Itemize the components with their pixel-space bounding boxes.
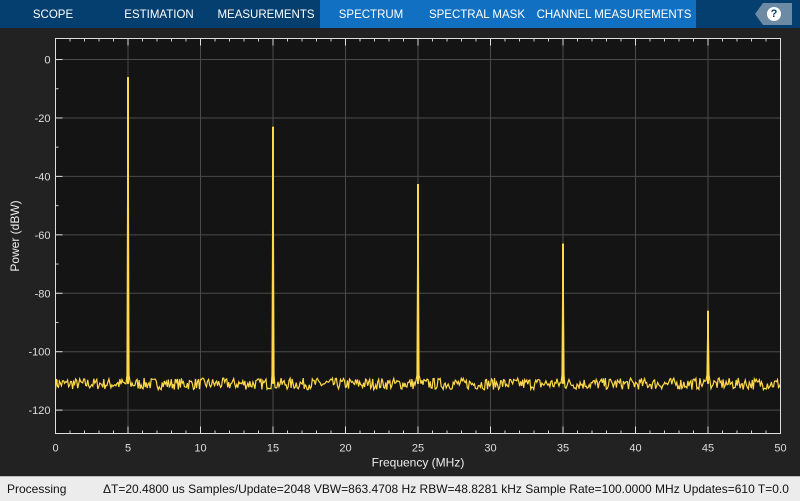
tab-measurements[interactable]: MEASUREMENTS bbox=[212, 0, 320, 28]
tab-spectrum[interactable]: SPECTRUM bbox=[320, 0, 422, 28]
spectrum-plot: 0 5 10 15 20 25 30 35 40 45 50 0 -20 -40 -60 -80 -100 -12… bbox=[8, 38, 787, 470]
status-bar: Processing ΔT=20.4800 us Samples/Update=… bbox=[0, 476, 800, 501]
y-tick-label: -40 bbox=[35, 171, 51, 183]
x-tick-label: 25 bbox=[412, 443, 424, 455]
x-tick-label: 10 bbox=[194, 443, 206, 455]
x-tick-label: 0 bbox=[52, 443, 58, 455]
status-info: ΔT=20.4800 us Samples/Update=2048 VBW=86… bbox=[103, 482, 789, 496]
tab-estimation[interactable]: ESTIMATION bbox=[106, 0, 212, 28]
y-axis-label: Power (dBW) bbox=[8, 200, 22, 271]
y-tick-label: 0 bbox=[44, 55, 50, 67]
x-tick-label: 50 bbox=[774, 443, 786, 455]
x-axis-label: Frequency (MHz) bbox=[372, 456, 465, 470]
x-tick-label: 30 bbox=[484, 443, 496, 455]
x-tick-label: 20 bbox=[339, 443, 351, 455]
x-tick-label: 40 bbox=[629, 443, 641, 455]
y-tick-label: -20 bbox=[35, 113, 51, 125]
tab-scope[interactable]: SCOPE bbox=[0, 0, 106, 28]
x-tick-label: 45 bbox=[702, 443, 714, 455]
y-tick-label: -120 bbox=[28, 405, 50, 417]
y-tick-label: -60 bbox=[35, 230, 51, 242]
y-tick-label: -80 bbox=[35, 288, 51, 300]
status-state: Processing bbox=[7, 482, 67, 496]
x-tick-label: 35 bbox=[557, 443, 569, 455]
y-tick-label: -100 bbox=[28, 347, 50, 359]
x-tick-label: 5 bbox=[125, 443, 131, 455]
tab-spectral-mask[interactable]: SPECTRAL MASK bbox=[422, 0, 532, 28]
question-mark-icon: ? bbox=[767, 7, 781, 21]
help-button[interactable]: ? bbox=[755, 3, 792, 25]
toolstrip-tabs: SCOPE ESTIMATION MEASUREMENTS SPECTRUM S… bbox=[0, 0, 800, 28]
x-tick-label: 15 bbox=[267, 443, 279, 455]
tab-channel-measurements[interactable]: CHANNEL MEASUREMENTS bbox=[532, 0, 696, 28]
